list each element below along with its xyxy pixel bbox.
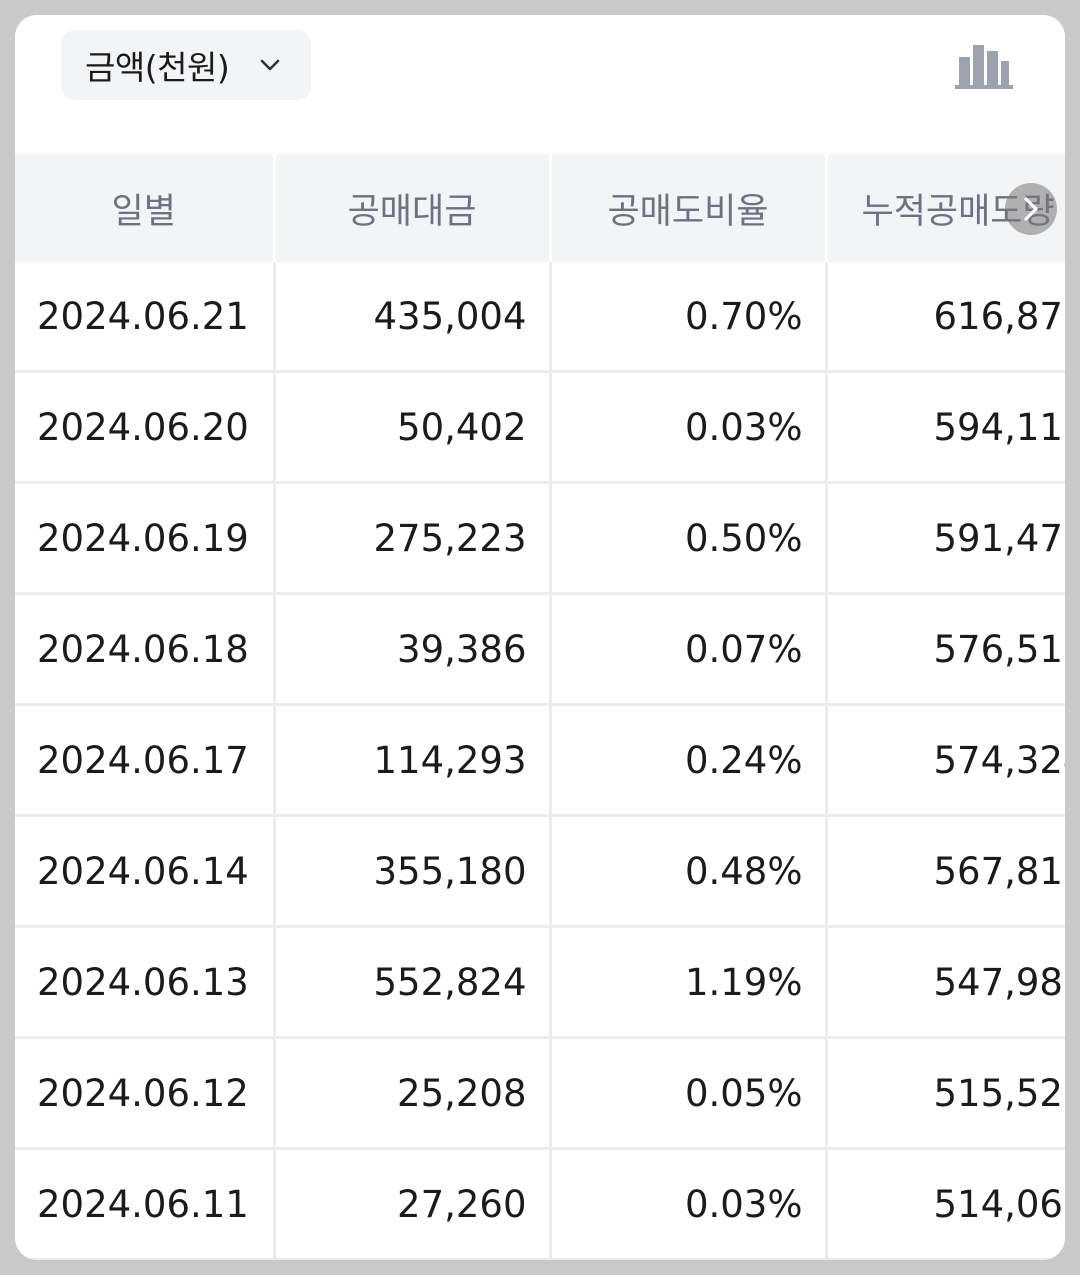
table-row: 2024.06.21 435,004 0.70% 616,879 <box>15 262 1065 373</box>
toolbar: 금액(천원) <box>15 15 1065 155</box>
cell-cumulative-volume: 576,519 <box>826 593 1065 706</box>
cell-short-amount: 25,208 <box>274 1037 552 1150</box>
cell-date: 2024.06.21 <box>15 262 276 373</box>
cell-cumulative-volume: 547,982 <box>826 926 1065 1039</box>
cell-cumulative-volume: 594,116 <box>826 371 1065 484</box>
cell-cumulative-volume: 591,478 <box>826 482 1065 595</box>
cell-short-amount: 552,824 <box>274 926 552 1039</box>
cell-date: 2024.06.13 <box>15 926 276 1039</box>
cell-short-amount: 50,402 <box>274 371 552 484</box>
cell-date: 2024.06.20 <box>15 371 276 484</box>
short-selling-table-wrap[interactable]: 일별 공매대금 공매도비율 누적공매도량 2024.06.21 435,004 … <box>15 154 1065 1260</box>
column-header-short-amount[interactable]: 공매대금 <box>274 154 552 262</box>
table-row: 2024.06.12 25,208 0.05% 515,525 <box>15 1037 1065 1150</box>
cell-short-ratio: 0.07% <box>550 593 828 706</box>
cell-short-ratio: 0.24% <box>550 704 828 817</box>
bar-chart-icon[interactable] <box>949 37 1019 93</box>
table-row: 2024.06.14 355,180 0.48% 567,812 <box>15 815 1065 928</box>
cell-short-amount: 114,293 <box>274 704 552 817</box>
table-row: 2024.06.11 27,260 0.03% 514,060 <box>15 1148 1065 1260</box>
column-header-date[interactable]: 일별 <box>15 154 276 262</box>
cell-short-ratio: 0.48% <box>550 815 828 928</box>
unit-select-label: 금액(천원) <box>85 48 230 87</box>
table-row: 2024.06.18 39,386 0.07% 576,519 <box>15 593 1065 706</box>
cell-short-amount: 435,004 <box>274 262 552 373</box>
cell-cumulative-volume: 616,879 <box>826 262 1065 373</box>
column-header-short-ratio[interactable]: 공매도비율 <box>550 154 828 262</box>
cell-short-ratio: 0.03% <box>550 1148 828 1260</box>
unit-select[interactable]: 금액(천원) <box>61 30 311 100</box>
cell-date: 2024.06.14 <box>15 815 276 928</box>
table-row: 2024.06.19 275,223 0.50% 591,478 <box>15 482 1065 595</box>
chevron-down-icon <box>260 59 280 71</box>
table-header-row: 일별 공매대금 공매도비율 누적공매도량 <box>15 154 1065 262</box>
cell-short-ratio: 0.70% <box>550 262 828 373</box>
cell-short-amount: 275,223 <box>274 482 552 595</box>
table-row: 2024.06.17 114,293 0.24% 574,324 <box>15 704 1065 817</box>
cell-short-amount: 27,260 <box>274 1148 552 1260</box>
table-row: 2024.06.13 552,824 1.19% 547,982 <box>15 926 1065 1039</box>
scroll-right-button[interactable] <box>1005 183 1057 235</box>
chevron-right-icon <box>1024 197 1038 221</box>
cell-short-ratio: 0.03% <box>550 371 828 484</box>
cell-short-amount: 355,180 <box>274 815 552 928</box>
cell-cumulative-volume: 574,324 <box>826 704 1065 817</box>
data-card: 금액(천원) 일별 공매대금 공매도비율 누적공매도량 2024.06.21 4… <box>15 15 1065 1260</box>
cell-date: 2024.06.18 <box>15 593 276 706</box>
cell-date: 2024.06.19 <box>15 482 276 595</box>
short-selling-table: 일별 공매대금 공매도비율 누적공매도량 2024.06.21 435,004 … <box>15 154 1065 1260</box>
cell-short-ratio: 1.19% <box>550 926 828 1039</box>
cell-date: 2024.06.17 <box>15 704 276 817</box>
table-row: 2024.06.20 50,402 0.03% 594,116 <box>15 371 1065 484</box>
cell-short-ratio: 0.05% <box>550 1037 828 1150</box>
cell-date: 2024.06.12 <box>15 1037 276 1150</box>
cell-short-ratio: 0.50% <box>550 482 828 595</box>
cell-cumulative-volume: 515,525 <box>826 1037 1065 1150</box>
cell-cumulative-volume: 514,060 <box>826 1148 1065 1260</box>
cell-short-amount: 39,386 <box>274 593 552 706</box>
cell-cumulative-volume: 567,812 <box>826 815 1065 928</box>
cell-date: 2024.06.11 <box>15 1148 276 1260</box>
